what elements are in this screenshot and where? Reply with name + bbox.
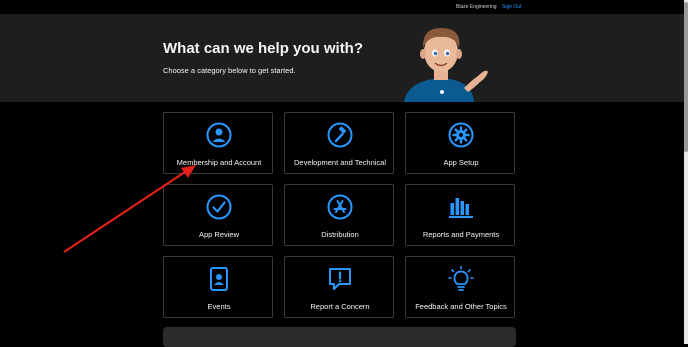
- page-subtitle: Choose a category below to get started.: [163, 66, 296, 75]
- lightbulb-icon: [448, 266, 474, 291]
- category-card-app-review[interactable]: App Review: [163, 184, 273, 246]
- exclamation-bubble-icon: [329, 268, 351, 290]
- category-card-feedback[interactable]: Feedback and Other Topics: [405, 256, 515, 318]
- app-store-icon: [327, 194, 353, 220]
- category-card-membership[interactable]: Membership and Account: [163, 112, 273, 174]
- category-label: Report a Concern: [310, 302, 370, 311]
- category-label: Reports and Payments: [422, 230, 500, 239]
- category-label: App Review: [198, 230, 240, 239]
- team-name: Blaze Engineering: [456, 4, 497, 10]
- bar-chart-icon: [449, 198, 473, 218]
- gear-icon: [448, 122, 474, 148]
- person-circle-icon: [206, 122, 232, 148]
- category-card-report-concern[interactable]: Report a Concern: [284, 256, 394, 318]
- category-label: App Setup: [443, 158, 479, 167]
- category-label: Development and Technical: [293, 158, 386, 167]
- category-card-app-setup[interactable]: App Setup: [405, 112, 515, 174]
- hero-banner: What can we help you with? Choose a cate…: [0, 14, 684, 102]
- category-card-events[interactable]: Events: [163, 256, 273, 318]
- category-card-development[interactable]: Development and Technical: [284, 112, 394, 174]
- memoji-illustration: [404, 28, 488, 102]
- checkmark-circle-icon: [206, 194, 232, 220]
- hammer-icon: [327, 122, 353, 148]
- bottom-panel: [163, 327, 516, 347]
- category-card-distribution[interactable]: Distribution: [284, 184, 394, 246]
- sign-out-link[interactable]: Sign Out: [502, 4, 521, 10]
- category-label: Feedback and Other Topics: [415, 302, 507, 311]
- page-title: What can we help you with?: [163, 40, 364, 57]
- category-label: Membership and Account: [176, 158, 262, 167]
- badge-icon: [210, 267, 228, 291]
- category-label: Events: [207, 302, 231, 311]
- scrollbar-thumb[interactable]: [684, 2, 688, 152]
- top-bar: Blaze Engineering Sign Out: [0, 0, 688, 15]
- category-card-reports[interactable]: Reports and Payments: [405, 184, 515, 246]
- category-label: Distribution: [321, 230, 359, 239]
